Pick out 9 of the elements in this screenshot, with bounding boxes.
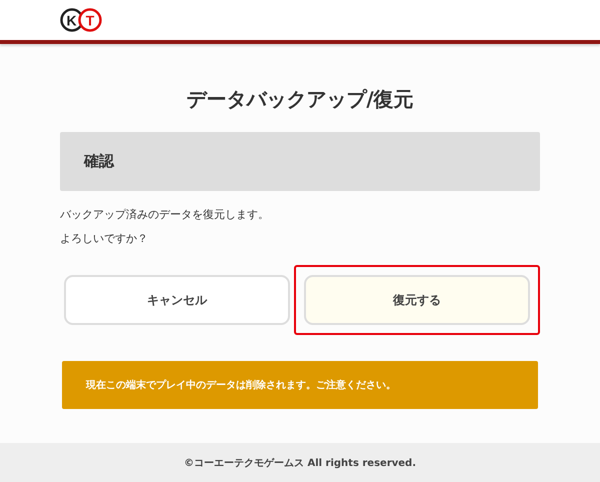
cancel-button[interactable]: キャンセル — [64, 275, 290, 325]
message-text: バックアップ済みのデータを復元します。 — [60, 207, 269, 223]
copyright-text: ©コーエーテクモゲームス All rights reserved. — [184, 456, 416, 470]
logo: K T — [60, 6, 102, 36]
section-title: 確認 — [84, 152, 114, 171]
page-title: データバックアップ/復元 — [185, 86, 415, 113]
restore-button[interactable]: 復元する — [304, 275, 530, 325]
message-text: よろしいですか？ — [60, 231, 148, 247]
warning-text: 現在この端末でプレイ中のデータは削除されます。ご注意ください。 — [86, 378, 396, 392]
